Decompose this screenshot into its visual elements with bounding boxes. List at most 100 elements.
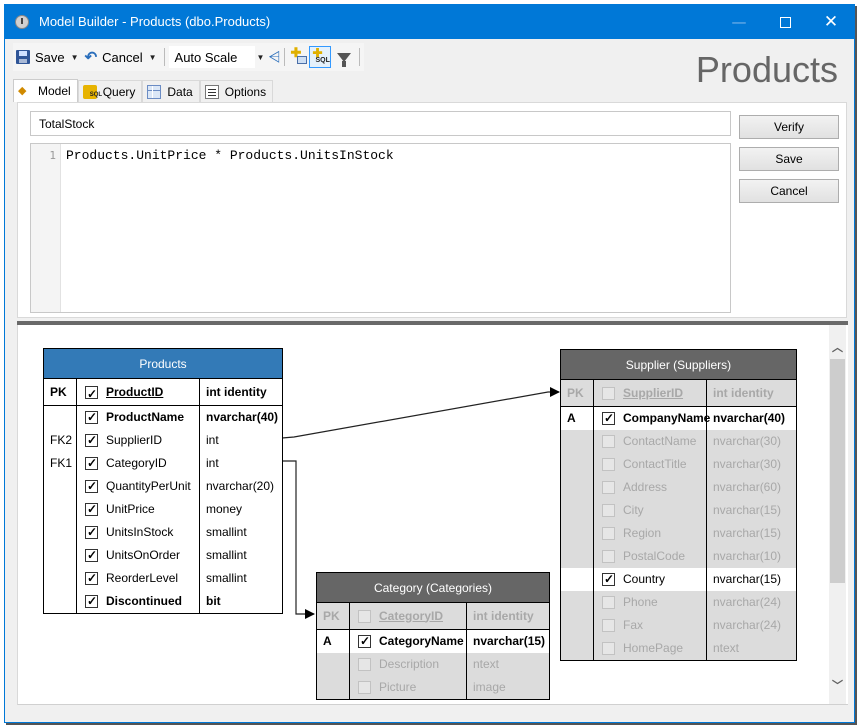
field-checkbox[interactable] xyxy=(602,504,615,517)
field-row[interactable]: UnitsInStock smallint xyxy=(44,521,282,544)
field-name: Region xyxy=(594,522,707,545)
field-row[interactable]: ContactTitle nvarchar(30) xyxy=(561,453,796,476)
field-checkbox[interactable] xyxy=(602,619,615,632)
field-name: ContactTitle xyxy=(594,453,707,476)
field-row[interactable]: ContactName nvarchar(30) xyxy=(561,430,796,453)
field-checkbox[interactable] xyxy=(602,407,615,430)
field-checkbox[interactable] xyxy=(85,381,98,408)
entity-header[interactable]: Products xyxy=(44,349,282,379)
field-row[interactable]: QuantityPerUnit nvarchar(20) xyxy=(44,475,282,498)
field-checkbox[interactable] xyxy=(85,544,98,567)
field-type: money xyxy=(206,502,243,516)
save-dropdown-arrow[interactable]: ▼ xyxy=(71,53,79,62)
filter-icon[interactable] xyxy=(337,52,352,67)
field-label: Phone xyxy=(623,595,658,609)
field-checkbox[interactable] xyxy=(85,590,98,613)
field-checkbox[interactable] xyxy=(358,630,371,653)
scrollbar-thumb[interactable] xyxy=(830,359,845,583)
field-type: int identity xyxy=(713,386,774,400)
close-button[interactable]: ✕ xyxy=(808,5,854,39)
field-row[interactable]: ProductName nvarchar(40) xyxy=(44,406,282,429)
field-type: nvarchar(24) xyxy=(713,595,782,609)
scroll-up-icon[interactable]: ︿ xyxy=(829,339,846,355)
field-row[interactable]: HomePage ntext xyxy=(561,637,796,660)
field-checkbox[interactable] xyxy=(85,567,98,590)
field-checkbox[interactable] xyxy=(85,521,98,544)
field-label: CompanyName xyxy=(623,411,711,425)
field-checkbox[interactable] xyxy=(602,386,615,400)
field-row[interactable]: Discontinued bit xyxy=(44,590,282,613)
field-checkbox[interactable] xyxy=(602,596,615,609)
field-label: SupplierID xyxy=(623,385,684,400)
field-name: UnitPrice xyxy=(77,498,200,521)
field-row[interactable]: FK1 CategoryID int xyxy=(44,452,282,475)
field-type: nvarchar(10) xyxy=(713,549,782,563)
field-checkbox[interactable] xyxy=(602,481,615,494)
field-checkbox[interactable] xyxy=(85,406,98,429)
add-sql-button[interactable]: ✚ SQL xyxy=(309,46,332,68)
field-label: Picture xyxy=(379,680,417,694)
entity-header[interactable]: Supplier (Suppliers) xyxy=(561,350,796,380)
field-row[interactable]: UnitsOnOrder smallint xyxy=(44,544,282,567)
field-checkbox[interactable] xyxy=(85,498,98,521)
field-checkbox[interactable] xyxy=(602,458,615,471)
entity-pk-row[interactable]: PK CategoryID int identity xyxy=(317,603,549,630)
field-checkbox[interactable] xyxy=(358,658,371,671)
field-row[interactable]: UnitPrice money xyxy=(44,498,282,521)
scroll-down-icon[interactable]: ﹀ xyxy=(829,677,846,693)
tab-query[interactable]: Query xyxy=(77,80,143,102)
field-checkbox[interactable] xyxy=(602,435,615,448)
title-bar[interactable]: Model Builder - Products (dbo.Products) … xyxy=(5,5,854,39)
field-row[interactable]: PostalCode nvarchar(10) xyxy=(561,545,796,568)
field-name: CategoryID xyxy=(77,452,200,475)
entity-header[interactable]: Category (Categories) xyxy=(317,573,549,603)
save-button[interactable]: Save xyxy=(739,147,839,171)
field-row[interactable]: Region nvarchar(15) xyxy=(561,522,796,545)
field-row[interactable]: Phone nvarchar(24) xyxy=(561,591,796,614)
field-row[interactable]: Fax nvarchar(24) xyxy=(561,614,796,637)
tab-model[interactable]: ◆ Model xyxy=(13,79,78,102)
code-text[interactable]: Products.UnitPrice * Products.UnitsInSto… xyxy=(66,148,394,163)
field-checkbox[interactable] xyxy=(602,642,615,655)
add-table-button[interactable]: ✚ xyxy=(289,46,309,67)
verify-button[interactable]: Verify xyxy=(739,115,839,139)
field-row[interactable]: FK2 SupplierID int xyxy=(44,429,282,452)
maximize-button[interactable] xyxy=(762,5,808,39)
field-row[interactable]: Description ntext xyxy=(317,653,549,676)
field-checkbox[interactable] xyxy=(358,609,371,623)
field-row[interactable]: Country nvarchar(15) xyxy=(561,568,796,591)
entity-products[interactable]: Products PK ProductID int identity Produ… xyxy=(43,348,283,614)
layout-tree-icon[interactable]: ⩤ xyxy=(268,49,280,66)
field-checkbox[interactable] xyxy=(85,475,98,498)
field-row[interactable]: A CategoryName nvarchar(15) xyxy=(317,630,549,653)
cancel-button[interactable]: Cancel xyxy=(739,179,839,203)
field-checkbox[interactable] xyxy=(85,429,98,452)
scale-dropdown[interactable]: Auto Scale xyxy=(168,46,255,68)
field-name-input[interactable]: TotalStock xyxy=(30,111,731,136)
code-editor[interactable]: 1 Products.UnitPrice * Products.UnitsInS… xyxy=(30,143,731,313)
field-checkbox[interactable] xyxy=(602,568,615,591)
field-checkbox[interactable] xyxy=(602,550,615,563)
vertical-scrollbar[interactable]: ︿ ﹀ xyxy=(829,325,846,704)
entity-pk-row[interactable]: PK ProductID int identity xyxy=(44,379,282,408)
cancel-toolbar-button[interactable]: ↶ Cancel ▼ xyxy=(82,45,160,69)
save-toolbar-button[interactable]: Save ▼ xyxy=(13,45,82,69)
field-label: QuantityPerUnit xyxy=(106,479,191,493)
entity-pk-row[interactable]: PK SupplierID int identity xyxy=(561,380,796,407)
tab-options[interactable]: Options xyxy=(199,80,274,102)
field-row[interactable]: Picture image xyxy=(317,676,549,699)
minimize-button[interactable]: — xyxy=(716,5,762,39)
field-row[interactable]: ReorderLevel smallint xyxy=(44,567,282,590)
entity-supplier[interactable]: Supplier (Suppliers) PK SupplierID int i… xyxy=(560,349,797,661)
field-row[interactable]: A CompanyNamenvarchar(40) xyxy=(561,407,796,430)
field-row[interactable]: City nvarchar(15) xyxy=(561,499,796,522)
field-checkbox[interactable] xyxy=(85,452,98,475)
scale-dropdown-arrow[interactable]: ▼ xyxy=(257,53,265,62)
field-label: UnitsInStock xyxy=(106,525,174,539)
field-checkbox[interactable] xyxy=(602,527,615,540)
field-checkbox[interactable] xyxy=(358,681,371,694)
entity-category[interactable]: Category (Categories) PK CategoryID int … xyxy=(316,572,550,700)
cancel-dropdown-arrow[interactable]: ▼ xyxy=(149,53,157,62)
tab-data[interactable]: Data xyxy=(142,80,200,102)
field-row[interactable]: Address nvarchar(60) xyxy=(561,476,796,499)
